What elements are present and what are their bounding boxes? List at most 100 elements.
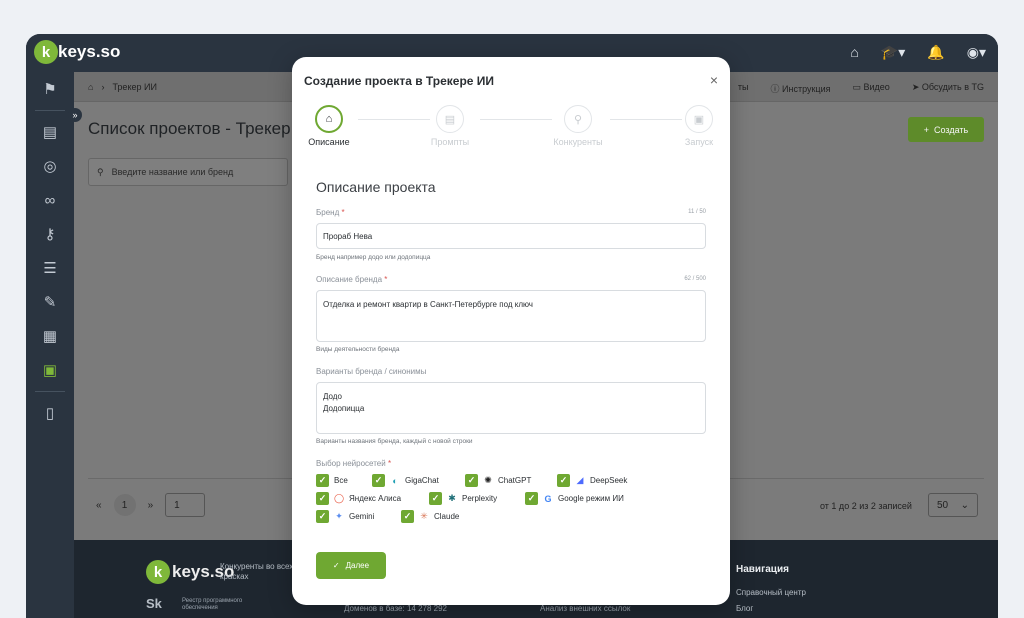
network-label: Perplexity (462, 494, 498, 503)
user-icon[interactable]: ◉▾ (967, 44, 986, 61)
graduation-icon[interactable]: 🎓▾ (881, 44, 905, 61)
network-label: GigaChat (405, 476, 439, 485)
brand-char-count: 11 / 50 (688, 209, 706, 215)
footer-link-analysis[interactable]: Анализ внешних ссылок (540, 604, 630, 613)
document-icon[interactable]: ▯ (26, 396, 74, 430)
page-current[interactable]: 1 (113, 494, 136, 516)
per-page-select[interactable]: 50 ⌄ (928, 493, 978, 517)
claude-icon: ✳ (420, 511, 428, 521)
required-mark: * (387, 459, 392, 468)
description-textarea[interactable]: Отделка и ремонт квартир в Санкт-Петербу… (316, 290, 706, 342)
network-deepseek[interactable]: ✓ ◢ DeepSeek (557, 474, 627, 487)
variants-textarea[interactable]: Додо Додопицца (316, 382, 706, 434)
grid-icon[interactable]: ▦ (26, 319, 74, 353)
chevron-down-icon: ⌄ (960, 499, 969, 511)
header-link-video[interactable]: ▭ Видео (853, 82, 890, 95)
globe-icon[interactable]: ◎ (26, 149, 74, 183)
network-claude[interactable]: ✓ ✳ Claude (401, 510, 459, 523)
page-title: Список проектов - Трекер И (88, 119, 308, 138)
header-link-label: Видео (863, 82, 890, 92)
bell-icon[interactable]: 🔔 (927, 44, 944, 61)
checkbox-checked[interactable]: ✓ (316, 492, 329, 505)
link-icon[interactable]: ∞ (26, 183, 74, 217)
step-competitors[interactable]: ⚲ Конкуренты (533, 105, 623, 147)
checkbox-checked[interactable]: ✓ (401, 510, 414, 523)
breadcrumb-current: Трекер ИИ (112, 82, 157, 92)
home-icon: ⌂ (315, 105, 343, 133)
step-prompts[interactable]: ▤ Промпты (405, 105, 495, 147)
network-all[interactable]: ✓ Все (316, 474, 348, 487)
per-page-value: 50 (937, 499, 949, 511)
close-icon[interactable]: × (710, 72, 718, 88)
prev-page-button[interactable]: « (96, 500, 102, 511)
alice-icon: ◯ (333, 493, 345, 503)
step-description[interactable]: ⌂ Описание (284, 105, 374, 147)
plus-icon: + (923, 124, 930, 135)
list-icon: ▤ (436, 105, 464, 133)
step-label: Запуск (684, 137, 714, 147)
network-label: Все (334, 476, 348, 485)
sidebar-divider (35, 110, 65, 111)
bookmark-icon[interactable]: ⚑ (26, 72, 74, 106)
breadcrumb: ⌂ › Трекер ИИ (88, 82, 157, 92)
network-gigachat[interactable]: ✓ ◐ GigaChat (372, 474, 439, 487)
networks-label-text: Выбор нейросетей (316, 459, 386, 468)
breadcrumb-separator: › (101, 82, 105, 92)
description-help: Виды деятельности бренда (316, 346, 400, 353)
logo-mark: k (146, 560, 170, 584)
network-alice[interactable]: ✓ ◯ Яндекс Алиса (316, 492, 401, 505)
network-label: Яндекс Алиса (349, 494, 402, 503)
gigachat-icon: ◐ (392, 475, 398, 486)
header-links: ты ⓘ Инструкция ▭ Видео ➤ Обсудить в TG (738, 82, 984, 95)
network-label: DeepSeek (590, 476, 628, 485)
analytics-icon[interactable]: ▤ (26, 115, 74, 149)
checkbox-checked[interactable]: ✓ (465, 474, 478, 487)
header-link-partial[interactable]: ты (738, 82, 749, 95)
gemini-icon: ✦ (335, 511, 343, 521)
domains-count: Доменов в базе: 14 278 292 (344, 604, 447, 613)
create-button[interactable]: + Создать (908, 117, 984, 142)
checkbox-checked[interactable]: ✓ (525, 492, 538, 505)
launch-icon: ▣ (685, 105, 713, 133)
pagination: « 1 » 1 (96, 493, 206, 517)
check-icon: ✓ (332, 561, 340, 570)
required-mark: * (341, 208, 345, 217)
network-perplexity[interactable]: ✓ ✱ Perplexity (429, 492, 497, 505)
network-gemini[interactable]: ✓ ✦ Gemini (316, 510, 374, 523)
home-icon[interactable]: ⌂ (88, 82, 93, 92)
footer-link-blog[interactable]: Блог (736, 604, 753, 613)
records-count: от 1 до 2 из 2 записей (820, 501, 912, 511)
brand-input[interactable]: Прораб Нева (316, 223, 706, 249)
footer-link-help[interactable]: Справочный центр (736, 588, 806, 597)
variants-label: Варианты бренда / синонимы (316, 367, 427, 376)
checkbox-checked[interactable]: ✓ (372, 474, 385, 487)
tag-icon[interactable]: ⌂ (850, 44, 858, 61)
network-google-ai[interactable]: ✓ G Google режим ИИ (525, 492, 624, 505)
checkbox-checked[interactable]: ✓ (557, 474, 570, 487)
logo[interactable]: k keys.so (34, 40, 120, 64)
checkbox-checked[interactable]: ✓ (316, 474, 329, 487)
header-link-instruction[interactable]: ⓘ Инструкция (771, 82, 831, 95)
step-launch[interactable]: ▣ Запуск (654, 105, 744, 147)
stepper: ⌂ Описание ▤ Промпты ⚲ Конкуренты ▣ Запу… (292, 105, 730, 155)
variants-help: Варианты названия бренда, каждый с новой… (316, 438, 473, 445)
header-link-label: Инструкция (782, 84, 831, 94)
search-input[interactable]: ⚲ Введите название или бренд (88, 158, 288, 186)
header-link-label: Обсудить в TG (921, 82, 984, 92)
network-chatgpt[interactable]: ✓ ✺ ChatGPT (465, 474, 531, 487)
create-project-modal: Создание проекта в Трекере ИИ × ⌂ Описан… (292, 57, 730, 605)
checkbox-checked[interactable]: ✓ (316, 510, 329, 523)
description-label: Описание бренда * (316, 275, 387, 284)
ai-tracker-icon[interactable]: ▣ (26, 353, 74, 387)
brush-icon[interactable]: ✎ (26, 285, 74, 319)
header-link-tg[interactable]: ➤ Обсудить в TG (912, 82, 984, 95)
required-mark: * (384, 275, 388, 284)
next-button[interactable]: ✓ Далее (316, 552, 386, 579)
top-icons: ⌂ 🎓▾ 🔔 ◉▾ (850, 44, 986, 61)
tree-icon[interactable]: ☰ (26, 251, 74, 285)
checkbox-checked[interactable]: ✓ (429, 492, 442, 505)
key-icon[interactable]: ⚷ (26, 217, 74, 251)
expand-sidebar-button[interactable]: » (68, 108, 82, 122)
next-page-button[interactable]: » (148, 500, 154, 511)
goto-page-input[interactable]: 1 (165, 493, 206, 517)
